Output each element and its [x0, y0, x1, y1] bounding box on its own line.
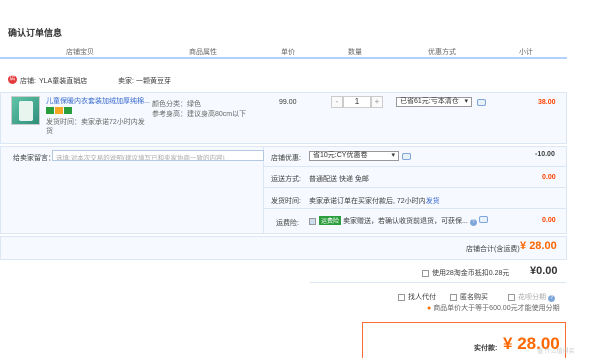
seller-label: 卖家: — [118, 78, 134, 85]
insurance-row: 运费险 卖家赠送，若确认收货前退货，可获保... ? — [309, 216, 488, 226]
installment-label: 花呗分期 — [518, 294, 546, 301]
col-item: 店铺宝贝 — [66, 49, 94, 56]
anonymous-buy[interactable]: 匿名购买 — [450, 292, 488, 302]
col-qty: 数量 — [348, 49, 362, 56]
insurance-text: 卖家赠送，若确认收货前退货，可获保... — [342, 218, 468, 225]
anonymous-label: 匿名购买 — [460, 294, 488, 301]
ship-time-link[interactable]: 发货 — [426, 198, 440, 205]
location-pin-icon: ● — [427, 305, 432, 312]
points-checkbox[interactable] — [422, 269, 429, 277]
service-tags — [46, 107, 73, 116]
chevron-down-icon: ▾ — [464, 98, 468, 105]
coupon-value: 省10元:CY优惠卷 — [313, 152, 368, 159]
item-color: 颜色分类：绿色 — [152, 101, 201, 108]
message-input[interactable]: 选填:对本次交易的说明(建议填写已和卖家协商一致的内容) — [52, 150, 264, 161]
delivery-value: 普通配送 快递 免邮 — [309, 176, 369, 183]
page-title: 确认订单信息 — [8, 28, 63, 38]
pay-by-friend-label: 找人代付 — [408, 294, 436, 301]
watermark: 值 什么值得买 — [537, 349, 575, 355]
tag-icon — [64, 107, 72, 114]
shop-total-value: 28.00 — [529, 240, 557, 252]
col-attrs: 商品属性 — [189, 49, 217, 56]
shop-total-label: 店铺合计(含运费) — [466, 246, 520, 253]
ship-time-label: 发货时间: — [271, 198, 301, 205]
item-price: 99.00 — [279, 99, 297, 106]
item-title[interactable]: 儿童保暖内衣套装加绒加厚纯棉... — [46, 96, 150, 106]
item-subtotal: 38.00 — [538, 99, 556, 106]
shop-name[interactable]: YLA童装直销店 — [39, 76, 87, 86]
points-label: 使用28淘金币抵扣0.28元 — [432, 270, 510, 277]
help-icon[interactable]: ? — [469, 219, 477, 226]
divider — [264, 166, 566, 167]
tag-icon — [46, 107, 54, 114]
chevron-down-icon: ▾ — [391, 152, 395, 159]
coupon-select[interactable]: 省10元:CY优惠卷 ▾ — [309, 151, 399, 161]
currency-symbol: ¥ — [520, 240, 527, 252]
pay-by-friend[interactable]: 找人代付 — [398, 292, 436, 302]
quantity-input[interactable]: 1 — [343, 96, 371, 108]
installment[interactable]: 花呗分期 ? — [508, 292, 555, 302]
col-subtotal: 小计 — [519, 49, 533, 56]
item-size: 参考身高：建议身高80cm以下 — [152, 111, 247, 118]
insurance-checkbox[interactable] — [309, 217, 316, 225]
quantity-stepper[interactable]: - 1 + — [331, 96, 383, 108]
insurance-tag: 运费险 — [319, 216, 342, 225]
discount-select[interactable]: 已省61元:亏本清仓 ▾ — [396, 97, 472, 107]
chat-icon[interactable] — [477, 99, 486, 106]
decrease-button[interactable]: - — [331, 96, 343, 108]
shop-label: 店铺: — [20, 78, 36, 85]
shop-total: ¥ 28.00 — [520, 240, 557, 252]
ship-note: 发货时间：卖家承诺72小时内发货 — [46, 119, 145, 135]
chat-icon[interactable] — [478, 216, 488, 223]
coupon-label: 店铺优惠: — [271, 155, 301, 162]
ship-time-value: 卖家承诺订单在买家付款后, 72小时内发货 — [309, 196, 440, 206]
chat-icon[interactable] — [402, 153, 411, 160]
points-row: 使用28淘金币抵扣0.28元 — [422, 268, 509, 278]
installment-checkbox[interactable] — [508, 293, 515, 301]
col-price: 单价 — [281, 49, 295, 56]
insurance-label: 运费险: — [276, 220, 299, 227]
pay-by-friend-checkbox[interactable] — [398, 293, 405, 301]
currency-symbol: ¥ — [503, 334, 513, 353]
anonymous-checkbox[interactable] — [450, 293, 457, 301]
pay-label: 实付款: — [474, 345, 498, 352]
points-amount: ¥0.00 — [530, 265, 558, 277]
installment-note: ● 商品单价大于等于600.00元才能使用分期 — [427, 303, 560, 313]
delivery-label: 运送方式: — [271, 176, 301, 183]
help-icon[interactable]: ? — [547, 295, 555, 302]
coupon-amount: -10.00 — [535, 151, 555, 158]
tag-icon — [55, 107, 63, 114]
divider — [264, 187, 566, 188]
discount-value: 已省61元:亏本清仓 — [400, 98, 459, 105]
points-value: 0.00 — [536, 265, 558, 277]
increase-button[interactable]: + — [371, 96, 383, 108]
delivery-amount: 0.00 — [542, 174, 556, 181]
insurance-amount: 0.00 — [542, 217, 556, 224]
installment-note-text: 商品单价大于等于600.00元才能使用分期 — [433, 305, 560, 312]
shop-bar: 店 店铺: YLA童装直销店 卖家: 一颗黄豆芽 — [0, 73, 567, 87]
message-label: 给卖家留言： — [13, 155, 55, 162]
column-headers: 店铺宝贝 商品属性 单价 数量 优惠方式 小计 — [0, 45, 567, 59]
divider — [310, 282, 566, 283]
ship-time-text: 卖家承诺订单在买家付款后, 72小时内 — [309, 198, 426, 205]
item-thumbnail[interactable] — [11, 96, 40, 125]
shop-icon: 店 — [8, 75, 17, 84]
col-discount: 优惠方式 — [428, 49, 456, 56]
divider — [264, 208, 566, 209]
seller-name[interactable]: 一颗黄豆芽 — [136, 76, 171, 86]
